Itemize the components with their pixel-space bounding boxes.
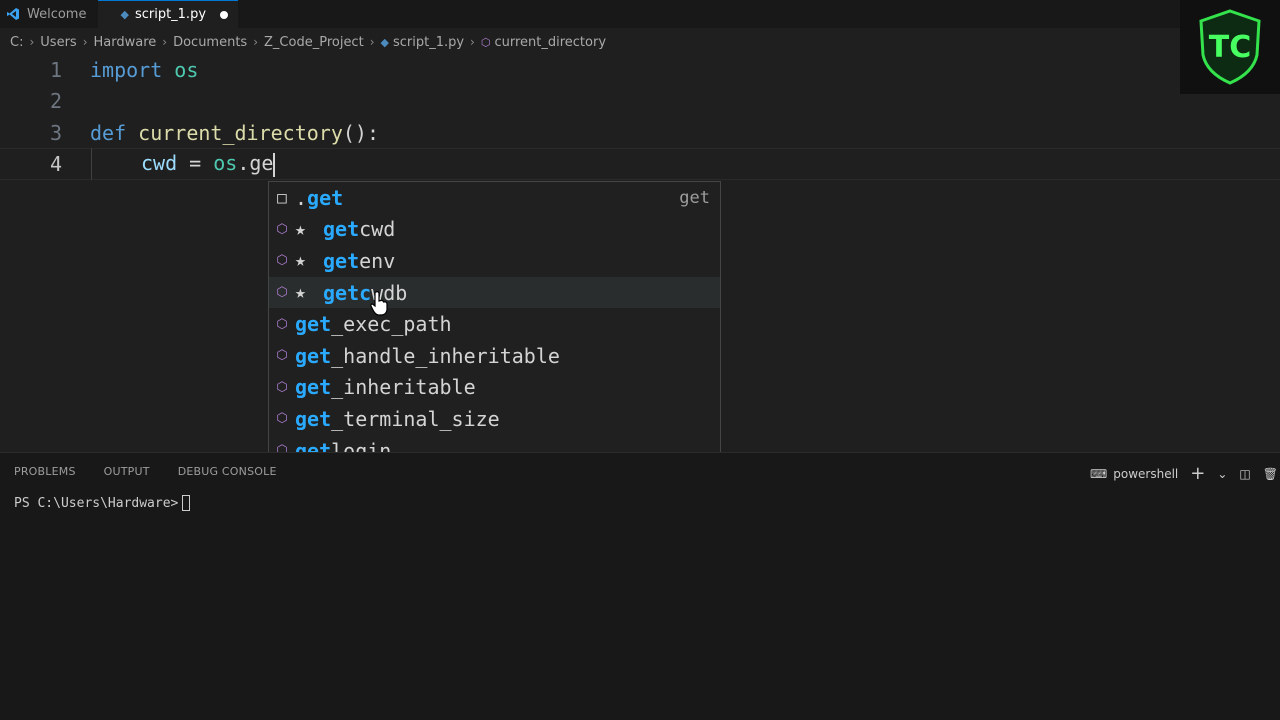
text-cursor xyxy=(273,152,276,177)
plus-icon[interactable]: + xyxy=(1190,463,1205,484)
terminal-name[interactable]: powershell xyxy=(1113,467,1178,481)
suggestion-item[interactable]: ⬡ get_inheritable xyxy=(269,372,720,404)
star-icon: ★ xyxy=(295,218,306,240)
suggestion-detail: get xyxy=(679,187,710,208)
python-file-icon: ◆ xyxy=(380,35,389,49)
code-text: import os xyxy=(90,58,198,82)
breadcrumb-item[interactable]: script_1.py xyxy=(393,35,464,50)
hand-pointer-icon xyxy=(370,291,388,316)
suggestion-item[interactable]: □ .get get xyxy=(269,182,720,214)
tab-script-1[interactable]: ◆ script_1.py xyxy=(98,0,239,28)
terminal-icon[interactable]: ⌨ xyxy=(1090,467,1107,481)
suggestion-label: getcwdb xyxy=(323,280,408,305)
breadcrumb-item[interactable]: Documents xyxy=(173,35,247,50)
breadcrumb-item[interactable]: Z_Code_Project xyxy=(264,35,364,50)
star-icon: ★ xyxy=(295,250,306,272)
tab-bar: Welcome ◆ script_1.py xyxy=(0,0,1180,28)
line-number: 1 xyxy=(49,58,62,82)
chevron-right-icon: › xyxy=(29,35,35,49)
function-token: current_directory xyxy=(126,121,343,145)
chevron-right-icon: › xyxy=(470,35,475,49)
chevron-right-icon: › xyxy=(82,35,88,49)
vscode-icon xyxy=(7,8,19,20)
chevron-right-icon: › xyxy=(253,35,259,49)
suggestion-item[interactable]: ⬡ ★ getcwd xyxy=(269,214,720,246)
trash-icon[interactable]: 🗑 xyxy=(1263,467,1278,481)
method-cube-icon: ⬡ xyxy=(276,411,288,427)
suggestion-label: .get xyxy=(295,185,344,210)
method-cube-icon: ⬡ xyxy=(480,35,491,49)
terminal-cursor xyxy=(182,495,191,511)
keyword-token: def xyxy=(90,121,127,145)
suggestion-item[interactable]: ⬡ get_handle_inheritable xyxy=(269,340,720,372)
breadcrumb-item[interactable]: Hardware xyxy=(94,35,157,50)
code-text: cwd = os.ge xyxy=(141,151,276,177)
text-square-icon: □ xyxy=(277,188,287,208)
terminal-prompt-line[interactable]: PS C:\Users\Hardware> xyxy=(14,495,191,511)
operator-token: = xyxy=(177,151,214,176)
unsaved-dot-icon[interactable] xyxy=(220,10,229,19)
suggestion-label: get_terminal_size xyxy=(295,406,500,431)
suggestion-item[interactable]: ⬡ get_exec_path xyxy=(269,308,720,340)
chevron-right-icon: › xyxy=(369,35,375,49)
chevron-down-icon[interactable]: ⌄ xyxy=(1217,467,1227,481)
method-cube-icon: ⬡ xyxy=(276,285,288,301)
tab-label: script_1.py xyxy=(134,7,207,22)
punctuation-token: (): xyxy=(342,121,379,145)
code-text: def current_directory(): xyxy=(90,121,379,145)
python-file-icon: ◆ xyxy=(120,8,129,21)
terminal-prompt: PS C:\Users\Hardware> xyxy=(14,495,179,511)
panel-tabs: PROBLEMS OUTPUT DEBUG CONSOLE xyxy=(14,465,305,478)
suggestion-item[interactable]: ⬡ get_terminal_size xyxy=(269,403,720,435)
tab-label: Welcome xyxy=(27,6,87,22)
tab-welcome[interactable]: Welcome xyxy=(0,0,98,28)
suggestion-label: getenv xyxy=(323,248,396,273)
typed-token: .ge xyxy=(237,151,274,176)
breadcrumb-item[interactable]: current_directory xyxy=(494,35,606,50)
method-cube-icon: ⬡ xyxy=(276,253,288,269)
suggestion-label: getcwd xyxy=(323,217,396,242)
tab-output[interactable]: OUTPUT xyxy=(104,465,150,478)
indent-guide xyxy=(91,148,92,180)
module-token: os xyxy=(162,58,199,82)
keyword-token: import xyxy=(90,58,163,82)
tab-problems[interactable]: PROBLEMS xyxy=(14,465,76,478)
bottom-panel: PROBLEMS OUTPUT DEBUG CONSOLE ⌨ powershe… xyxy=(0,452,1280,720)
suggestion-label: get_handle_inheritable xyxy=(295,343,560,368)
panel-actions: ⌨ powershell + ⌄ ◫ 🗑 xyxy=(1090,463,1280,484)
method-cube-icon: ⬡ xyxy=(276,221,288,237)
breadcrumb: C: › Users › Hardware › Documents › Z_Co… xyxy=(0,30,606,54)
code-line-current[interactable]: 4 cwd = os.ge xyxy=(0,148,1280,180)
breadcrumb-item[interactable]: Users xyxy=(40,35,76,50)
suggestion-item[interactable]: ⬡ ★ getcwdb xyxy=(269,276,720,309)
split-terminal-icon[interactable]: ◫ xyxy=(1239,467,1250,481)
line-number: 3 xyxy=(49,121,62,145)
method-cube-icon: ⬡ xyxy=(276,379,288,395)
star-icon: ★ xyxy=(295,282,306,304)
breadcrumb-item[interactable]: C: xyxy=(10,35,23,50)
method-cube-icon: ⬡ xyxy=(276,348,288,364)
code-line[interactable]: 3 def current_directory(): xyxy=(0,117,1280,149)
method-cube-icon: ⬡ xyxy=(276,316,288,332)
chevron-right-icon: › xyxy=(162,35,168,49)
suggestion-item[interactable]: ⬡ ★ getenv xyxy=(269,245,720,277)
code-line[interactable]: 2 xyxy=(0,85,1280,117)
module-token: os xyxy=(213,151,238,176)
tab-debug-console[interactable]: DEBUG CONSOLE xyxy=(178,465,277,478)
code-line[interactable]: 1 import os xyxy=(0,54,1280,86)
line-number: 4 xyxy=(49,152,62,176)
suggestion-label: get_inheritable xyxy=(295,375,476,400)
variable-token: cwd xyxy=(141,151,178,176)
line-number: 2 xyxy=(49,89,62,113)
